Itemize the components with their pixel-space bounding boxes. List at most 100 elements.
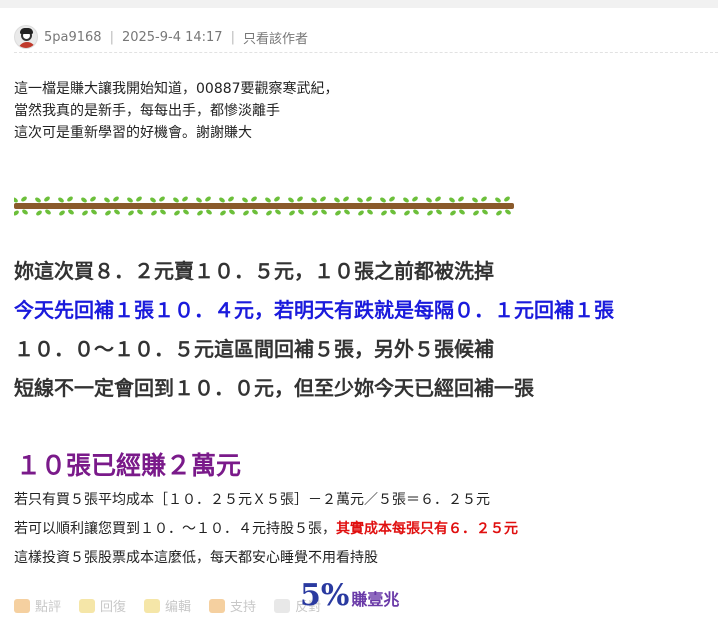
support-icon <box>209 598 226 613</box>
leaf-decoration <box>58 197 64 203</box>
leaf-decoration <box>504 196 510 202</box>
leaf-decoration <box>91 209 97 215</box>
leaf-decoration <box>435 196 441 202</box>
leaf-decoration <box>458 196 464 202</box>
leaf-decoration <box>228 196 234 202</box>
leaf-decoration <box>412 196 418 202</box>
leaf-decoration <box>297 196 303 202</box>
leaf-decoration <box>44 196 50 202</box>
leaf-decoration <box>160 209 166 215</box>
leaf-decoration <box>159 196 165 202</box>
leaf-decoration <box>67 196 73 202</box>
leaf-decoration <box>105 210 111 216</box>
signature-logo: 5% 賺壹兆 <box>300 578 399 613</box>
intro-line: 這次可是重新學習的好機會。謝謝賺大 <box>14 125 252 141</box>
leaf-decoration <box>274 196 280 202</box>
leaf-decoration <box>182 196 188 202</box>
separator: | <box>109 29 114 45</box>
reply-line-4: 短線不一定會回到１０．０元，但至少妳今天已經回補一張 <box>14 376 534 400</box>
leaf-decoration <box>206 209 212 215</box>
leaf-decoration <box>243 210 249 216</box>
leaf-decoration <box>472 197 478 203</box>
leaf-decoration <box>505 209 511 215</box>
leaf-decoration <box>35 197 41 203</box>
leaf-decoration <box>81 197 87 203</box>
leaf-decoration <box>403 197 409 203</box>
intro-text: 這一檔是賺大讓我開始知道，00887要觀察寒武紀， 當然我真的是新手，每每出手，… <box>14 78 339 144</box>
post-header: 5pa9168 | 2025-9-4 14:17 | 只看該作者 <box>14 24 308 50</box>
leaf-decoration <box>14 210 19 216</box>
leaf-decoration <box>298 209 304 215</box>
leaf-decoration <box>367 209 373 215</box>
profit-highlight: １０張已經賺２萬元 <box>16 451 242 480</box>
leaf-decoration <box>390 209 396 215</box>
leaf-decoration <box>426 197 432 203</box>
leaf-decoration <box>21 196 27 202</box>
reply-line-3: １０．０～１０．５元這區間回補５張，另外５張候補 <box>14 337 494 361</box>
leaf-decoration <box>288 197 294 203</box>
leaf-decoration <box>252 209 258 215</box>
leaf-decoration <box>197 210 203 216</box>
intro-line: 這一檔是賺大讓我開始知道，00887要觀察寒武紀， <box>14 81 339 97</box>
cost-line-3: 這樣投資５張股票成本這麼低，每天都安心睡覺不用看持股 <box>14 550 378 566</box>
reply-line-1: 妳這次買８．２元賣１０．５元，１０張之前都被洗掉 <box>14 259 494 283</box>
leaf-decoration <box>427 210 433 216</box>
intro-line: 當然我真的是新手，每每出手，都慘淡離手 <box>14 103 280 119</box>
leaf-decoration <box>413 209 419 215</box>
edit-label: 编輯 <box>165 600 192 615</box>
cost-line-2: 若可以順利讓您買到１０．～１０．４元持股５張，其實成本每張只有６．２５元 <box>14 518 518 538</box>
leaf-decoration <box>127 197 133 203</box>
leaf-decoration <box>473 210 479 216</box>
oppose-icon <box>274 598 291 613</box>
edit-button[interactable]: 编輯 <box>144 596 191 615</box>
leaf-decoration <box>335 210 341 216</box>
leaf-decoration <box>59 210 65 216</box>
leaf-decoration <box>265 197 271 203</box>
leaf-decoration <box>449 197 455 203</box>
leaf-decoration <box>289 210 295 216</box>
leaf-decoration <box>196 197 202 203</box>
leaf-decoration <box>45 209 51 215</box>
leaf-decoration <box>311 197 317 203</box>
reply-button[interactable]: 回復 <box>79 596 126 615</box>
author-only-link[interactable]: 只看該作者 <box>243 28 308 47</box>
logo-text: 賺壹兆 <box>351 590 400 609</box>
leaf-decoration <box>366 196 372 202</box>
leaf-decoration <box>358 210 364 216</box>
cost-line-2-text: 若可以順利讓您買到１０．～１０．４元持股５張， <box>14 521 336 537</box>
comment-button[interactable]: 點評 <box>14 596 61 615</box>
leaf-decoration <box>220 210 226 216</box>
leaf-decoration <box>151 210 157 216</box>
leaf-decoration <box>380 197 386 203</box>
logo-percent: 5% <box>300 578 350 613</box>
leaf-decoration <box>404 210 410 216</box>
leaf-decoration <box>113 196 119 202</box>
leaf-decoration <box>114 209 120 215</box>
cost-line-2-highlight: 其實成本每張只有６．２５元 <box>336 521 518 537</box>
username[interactable]: 5pa9168 <box>44 30 102 45</box>
leaf-decoration <box>229 209 235 215</box>
support-button[interactable]: 支持 <box>209 596 256 615</box>
leaf-decoration <box>275 209 281 215</box>
leaf-decoration <box>68 209 74 215</box>
leaf-decoration <box>104 197 110 203</box>
leaf-decoration <box>242 197 248 203</box>
separator: | <box>230 29 235 45</box>
avatar[interactable] <box>14 25 38 49</box>
leaf-decoration <box>137 209 143 215</box>
leaf-decoration <box>82 210 88 216</box>
leaf-decoration <box>389 196 395 202</box>
leaf-decoration <box>150 197 156 203</box>
comment-label: 點評 <box>35 600 62 615</box>
leaf-decoration <box>36 210 42 216</box>
header-divider <box>14 52 718 53</box>
leaf-decoration <box>312 210 318 216</box>
leaf-decoration <box>174 210 180 216</box>
leaf-decoration <box>136 196 142 202</box>
leaf-decoration <box>321 209 327 215</box>
support-label: 支持 <box>230 600 257 615</box>
reply-icon <box>79 598 96 613</box>
post-datetime: 2025-9-4 14:17 <box>121 29 223 45</box>
cost-line-1: 若只有買５張平均成本［１０．２５元Ｘ５張］－２萬元／５張＝６．２５元 <box>14 492 490 508</box>
comment-icon <box>14 598 30 613</box>
